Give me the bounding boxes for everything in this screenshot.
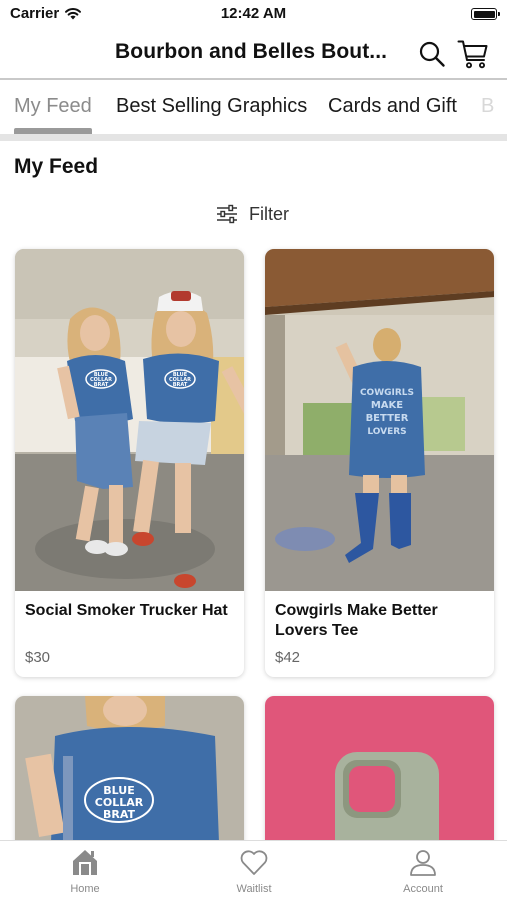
image-text: BRAT [173, 382, 188, 388]
product-name: Social Smoker Trucker Hat [25, 602, 228, 619]
image-text: LOVERS [367, 427, 406, 437]
search-button[interactable] [414, 36, 450, 72]
tab-cards-and-gift[interactable]: Cards and Gift [328, 95, 457, 118]
app-header: Bourbon and Belles Bout... [0, 30, 507, 76]
product-image: COWGIRLS MAKE BETTER LOVERS [265, 249, 494, 591]
sliders-icon [217, 204, 237, 224]
nav-waitlist[interactable]: Waitlist [204, 847, 304, 895]
product-price: $42 [275, 649, 301, 666]
image-text: BETTER [366, 413, 409, 424]
battery-icon [471, 8, 500, 20]
page-title: Bourbon and Belles Bout... [115, 40, 388, 63]
image-text: COWGIRLS [360, 388, 414, 398]
home-icon [73, 850, 97, 875]
person-icon [410, 850, 436, 876]
product-card[interactable]: COWGIRLS MAKE BETTER LOVERS Cowgirls Mak… [265, 249, 494, 677]
image-text: BRAT [103, 808, 136, 821]
filter-label: Filter [249, 203, 289, 224]
status-time: 12:42 AM [220, 5, 287, 22]
status-bar: Carrier 12:42 AM [0, 0, 507, 28]
heart-icon [240, 850, 268, 875]
category-tabs: My Feed Best Selling Graphics Cards and … [0, 80, 507, 138]
search-icon [419, 41, 445, 67]
cart-icon [457, 40, 488, 69]
tab-best-selling-graphics[interactable]: Best Selling Graphics [116, 95, 307, 118]
product-price: $30 [25, 649, 51, 666]
nav-waitlist-label: Waitlist [236, 883, 272, 895]
image-text: BRAT [94, 382, 109, 388]
image-text: MAKE [371, 400, 403, 411]
product-name: Cowgirls Make Better Lovers Tee [275, 602, 438, 639]
tab-my-feed[interactable]: My Feed [14, 95, 92, 118]
tab-next-partial[interactable]: B [481, 95, 494, 118]
section-title: My Feed [14, 155, 99, 178]
product-image: BLUE COLLAR BRAT BLUE COLLAR BRAT [15, 249, 244, 591]
tabs-divider [0, 134, 507, 141]
nav-account-label: Account [403, 883, 443, 895]
bottom-tab-bar: Home Waitlist Account [0, 840, 507, 900]
nav-account[interactable]: Account [373, 847, 473, 895]
nav-home[interactable]: Home [35, 847, 135, 895]
product-card[interactable]: BLUE COLLAR BRAT BLUE COLLAR BRAT Social… [15, 249, 244, 677]
cart-button[interactable] [455, 36, 491, 72]
nav-home-label: Home [70, 883, 100, 895]
filter-button[interactable]: Filter [215, 200, 289, 228]
